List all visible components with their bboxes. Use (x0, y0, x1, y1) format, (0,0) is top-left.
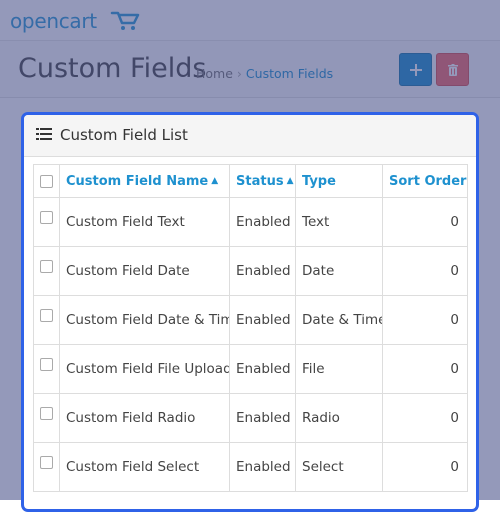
custom-field-list-panel: Custom Field List Custom Field Name ▲ Sta… (21, 112, 479, 512)
select-all-cell (33, 164, 60, 198)
table-row: Custom Field Radio Enabled Radio 0 (33, 393, 468, 443)
custom-field-type: Text (295, 197, 383, 247)
row-checkbox[interactable] (40, 455, 53, 469)
custom-field-type: Radio (295, 393, 383, 443)
breadcrumb-separator: › (236, 66, 242, 81)
breadcrumb-current-link[interactable]: Custom Fields (246, 66, 333, 81)
sort-caret-icon: ▲ (286, 175, 294, 186)
custom-field-name: Custom Field Select (59, 442, 230, 492)
custom-field-type: Date & Time (295, 295, 383, 345)
row-checkbox[interactable] (40, 357, 53, 371)
custom-field-sort-order: 0 (382, 442, 468, 492)
row-checkbox[interactable] (40, 210, 53, 224)
column-header-sort-order[interactable]: Sort Order (382, 164, 468, 198)
breadcrumb-home-link[interactable]: Home (196, 66, 233, 81)
table-row: Custom Field File Upload Enabled File 0 (33, 344, 468, 394)
add-button[interactable] (399, 53, 432, 86)
sort-caret-icon: ▲ (211, 175, 219, 186)
breadcrumb: Home › Custom Fields (196, 66, 333, 81)
row-checkbox-cell (33, 246, 60, 296)
custom-field-status: Enabled (229, 393, 296, 443)
column-header-name[interactable]: Custom Field Name ▲ (59, 164, 230, 198)
page-title: Custom Fields (18, 53, 207, 84)
custom-field-sort-order: 0 (382, 393, 468, 443)
panel-heading: Custom Field List (24, 115, 476, 157)
table-row: Custom Field Date Enabled Date 0 (33, 246, 468, 296)
table-row: Custom Field Date & Time Enabled Date & … (33, 295, 468, 345)
custom-field-name: Custom Field File Upload (59, 344, 230, 394)
list-icon (36, 128, 52, 140)
custom-field-name: Custom Field Date & Time (59, 295, 230, 345)
custom-field-status: Enabled (229, 442, 296, 492)
custom-field-type: Date (295, 246, 383, 296)
select-all-checkbox[interactable] (40, 174, 53, 188)
row-checkbox-cell (33, 295, 60, 345)
custom-field-sort-order: 0 (382, 295, 468, 345)
custom-field-status: Enabled (229, 344, 296, 394)
row-checkbox-cell (33, 393, 60, 443)
column-header-type[interactable]: Type (295, 164, 383, 198)
table-row: Custom Field Select Enabled Select 0 (33, 442, 468, 492)
custom-field-type: Select (295, 442, 383, 492)
row-checkbox[interactable] (40, 406, 53, 420)
row-checkbox[interactable] (40, 259, 53, 273)
row-checkbox-cell (33, 344, 60, 394)
custom-field-name: Custom Field Radio (59, 393, 230, 443)
top-navbar: opencart (0, 0, 500, 41)
custom-field-status: Enabled (229, 197, 296, 247)
custom-field-status: Enabled (229, 295, 296, 345)
delete-button[interactable] (436, 53, 469, 86)
custom-field-table: Custom Field Name ▲ Status ▲ Type Sort Ord… (33, 164, 468, 492)
custom-field-name: Custom Field Text (59, 197, 230, 247)
column-header-status[interactable]: Status ▲ (229, 164, 296, 198)
table-row: Custom Field Text Enabled Text 0 (33, 197, 468, 247)
opencart-logo[interactable]: opencart (10, 9, 97, 33)
custom-field-name: Custom Field Date (59, 246, 230, 296)
custom-field-sort-order: 0 (382, 246, 468, 296)
custom-field-status: Enabled (229, 246, 296, 296)
trash-icon (447, 63, 458, 76)
row-checkbox-cell (33, 197, 60, 247)
custom-field-sort-order: 0 (382, 197, 468, 247)
cart-logo-icon (110, 11, 140, 30)
custom-field-sort-order: 0 (382, 344, 468, 394)
row-checkbox-cell (33, 442, 60, 492)
row-checkbox[interactable] (40, 308, 53, 322)
panel-title: Custom Field List (60, 126, 188, 144)
custom-field-type: File (295, 344, 383, 394)
table-header-row: Custom Field Name ▲ Status ▲ Type Sort Ord… (33, 164, 468, 198)
plus-icon (409, 63, 422, 76)
